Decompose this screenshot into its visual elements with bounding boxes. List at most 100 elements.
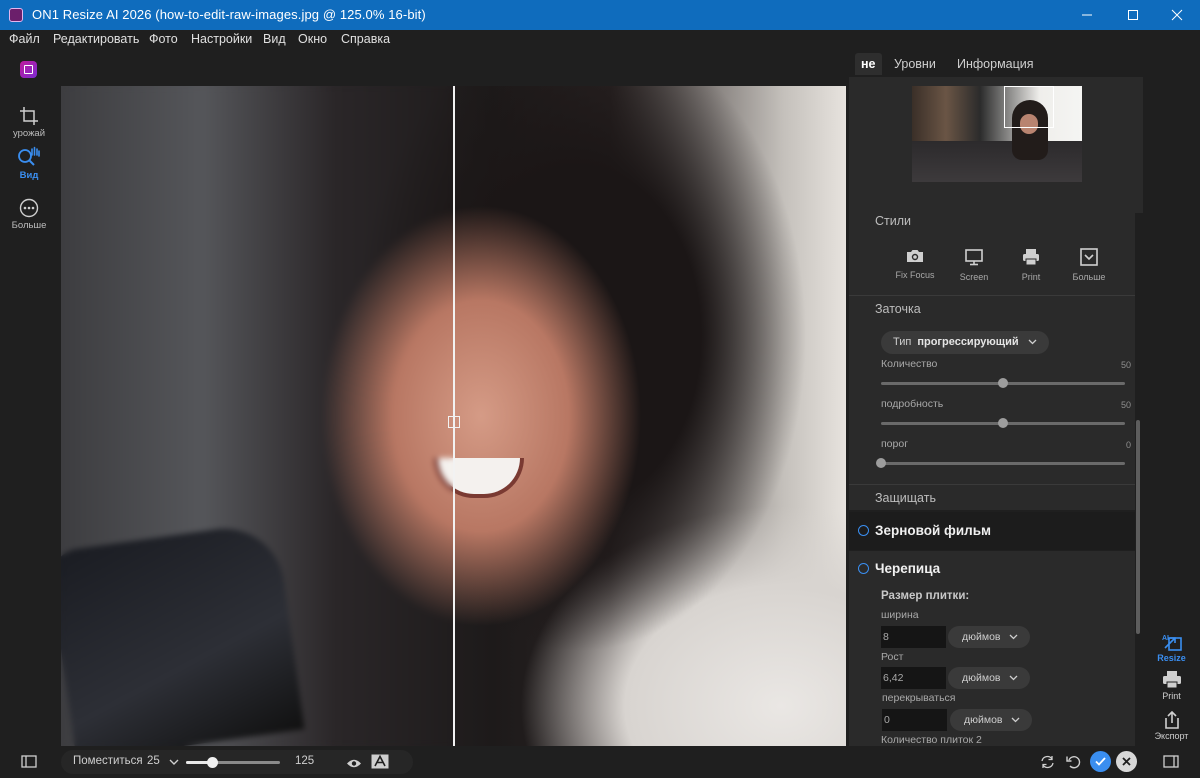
compare-split-handle[interactable] bbox=[448, 416, 460, 428]
tile-width-input[interactable]: 8 bbox=[881, 626, 946, 648]
preview-before-side bbox=[61, 86, 454, 746]
chevron-down-icon bbox=[1009, 634, 1018, 640]
zoom-slider[interactable] bbox=[186, 757, 280, 768]
right-panel: не Уровни Информация Стили Fix Focus Scr… bbox=[849, 50, 1143, 746]
film-grain-toggle[interactable] bbox=[858, 525, 869, 536]
tile-height-input[interactable]: 6,42 bbox=[881, 667, 946, 689]
compare-view-icon[interactable] bbox=[371, 754, 389, 774]
film-grain-row[interactable]: Зерновой фильм bbox=[849, 512, 1135, 550]
tab-info[interactable]: Информация bbox=[957, 57, 1034, 71]
undo-icon[interactable] bbox=[1066, 755, 1081, 774]
threshold-slider[interactable] bbox=[876, 458, 1125, 468]
style-screen-label: Screen bbox=[959, 272, 989, 282]
threshold-slider-thumb[interactable] bbox=[876, 458, 886, 468]
module-print[interactable]: Print bbox=[1143, 670, 1200, 701]
tab-levels[interactable]: Уровни bbox=[894, 57, 936, 71]
style-more-label: Больше bbox=[1072, 272, 1106, 282]
menu-window[interactable]: Окно bbox=[298, 32, 327, 46]
eye-preview-icon[interactable] bbox=[346, 756, 362, 774]
camera-icon bbox=[907, 250, 923, 262]
module-resize[interactable]: AI Resize bbox=[1143, 632, 1200, 663]
overlap-unit-dropdown[interactable]: дюймов bbox=[950, 709, 1032, 731]
minimize-icon[interactable] bbox=[1064, 0, 1110, 30]
printer-icon bbox=[1023, 249, 1039, 266]
menu-photo[interactable]: Фото bbox=[149, 32, 178, 46]
zoom-slider-thumb[interactable] bbox=[207, 757, 219, 768]
panel-scrollbar[interactable] bbox=[1136, 420, 1140, 634]
overlap-input[interactable]: 0 bbox=[882, 709, 947, 731]
detail-slider-thumb[interactable] bbox=[998, 418, 1008, 428]
apply-button[interactable] bbox=[1090, 751, 1111, 772]
navigator-view-rect[interactable] bbox=[1004, 86, 1054, 128]
protect-section[interactable]: Защищать bbox=[849, 485, 1135, 510]
navigator-thumbnail[interactable] bbox=[912, 86, 1082, 182]
export-icon bbox=[1164, 710, 1179, 729]
tool-crop[interactable]: урожай bbox=[0, 106, 58, 139]
tile-width-unit: дюймов bbox=[962, 631, 1001, 643]
toggle-right-panel-icon[interactable] bbox=[1163, 755, 1179, 773]
overlap-label: перекрываться bbox=[882, 692, 956, 704]
detail-slider[interactable] bbox=[881, 418, 1125, 428]
close-icon[interactable] bbox=[1154, 0, 1200, 30]
maximize-icon[interactable] bbox=[1110, 0, 1156, 30]
fit-button[interactable]: Поместиться bbox=[73, 755, 143, 767]
style-more-button[interactable]: Больше bbox=[1059, 248, 1119, 282]
zoom-value: 125 bbox=[295, 755, 315, 767]
tiling-title: Черепица bbox=[875, 561, 941, 576]
menu-edit[interactable]: Редактировать bbox=[53, 32, 139, 46]
amount-slider[interactable] bbox=[881, 378, 1125, 388]
module-strip: AI Resize Print Экспорт bbox=[1143, 50, 1200, 746]
resize-ai-icon: AI bbox=[1162, 635, 1182, 651]
toggle-left-panel-icon[interactable] bbox=[21, 755, 37, 773]
chevron-down-icon bbox=[1028, 339, 1037, 345]
sharpening-type-dropdown[interactable]: Тип прогрессирующий bbox=[881, 331, 1049, 354]
crop-icon bbox=[20, 107, 38, 125]
tool-view-label: Вид bbox=[19, 170, 39, 181]
tool-view[interactable]: Вид bbox=[0, 146, 58, 181]
image-canvas[interactable] bbox=[61, 86, 846, 746]
chevron-down-icon bbox=[1009, 675, 1018, 681]
menu-file[interactable]: Файл bbox=[9, 32, 40, 46]
module-print-label: Print bbox=[1162, 691, 1181, 701]
module-export-label: Экспорт bbox=[1154, 731, 1189, 741]
chevron-down-icon[interactable] bbox=[169, 759, 179, 766]
zoom-preset-value: 25 bbox=[147, 755, 160, 767]
window-title: ON1 Resize AI 2026 (how-to-edit-raw-imag… bbox=[32, 7, 426, 22]
sync-icon[interactable] bbox=[1040, 755, 1055, 774]
sharpening-title: Заточка bbox=[875, 302, 921, 316]
module-resize-label: Resize bbox=[1157, 653, 1186, 663]
check-icon bbox=[1095, 757, 1106, 766]
tiling-row[interactable]: Черепица bbox=[849, 550, 1135, 588]
menu-help[interactable]: Справка bbox=[341, 32, 390, 46]
close-icon bbox=[1122, 757, 1131, 766]
sharpening-type-value: прогрессирующий bbox=[917, 336, 1019, 348]
zoom-hand-icon bbox=[18, 146, 40, 166]
sharpening-section: Заточка bbox=[849, 296, 1135, 484]
bottom-bar: Поместиться 25 125 bbox=[0, 746, 1200, 778]
style-print-label: Print bbox=[1021, 272, 1041, 282]
menu-settings[interactable]: Настройки bbox=[191, 32, 252, 46]
styles-title: Стили bbox=[875, 214, 912, 228]
style-fix-focus-button[interactable]: Fix Focus bbox=[885, 248, 945, 280]
module-export[interactable]: Экспорт bbox=[1143, 710, 1200, 741]
styles-section: Стили Fix Focus Screen Print Больше bbox=[849, 208, 1135, 295]
panel-tabs: не Уровни Информация bbox=[849, 50, 1143, 77]
detail-value: 50 bbox=[1120, 400, 1131, 410]
tool-more[interactable]: Больше bbox=[0, 198, 58, 231]
tile-height-unit: дюймов bbox=[962, 672, 1001, 684]
menu-view[interactable]: Вид bbox=[263, 32, 286, 46]
tile-height-unit-dropdown[interactable]: дюймов bbox=[948, 667, 1030, 689]
tiling-toggle[interactable] bbox=[858, 563, 869, 574]
style-screen-button[interactable]: Screen bbox=[944, 248, 1004, 282]
chevron-box-icon bbox=[1080, 248, 1098, 266]
sharpening-type-label: Тип bbox=[893, 336, 912, 348]
tile-size-label: Размер плитки: bbox=[881, 590, 970, 602]
tool-more-label: Больше bbox=[11, 220, 47, 231]
cancel-button[interactable] bbox=[1116, 751, 1137, 772]
style-print-button[interactable]: Print bbox=[1001, 248, 1061, 282]
amount-slider-thumb[interactable] bbox=[998, 378, 1008, 388]
tile-width-unit-dropdown[interactable]: дюймов bbox=[948, 626, 1030, 648]
tab-navigator[interactable]: не bbox=[855, 53, 882, 75]
overlap-unit: дюймов bbox=[964, 714, 1003, 726]
tile-width-label: ширина bbox=[881, 609, 919, 621]
